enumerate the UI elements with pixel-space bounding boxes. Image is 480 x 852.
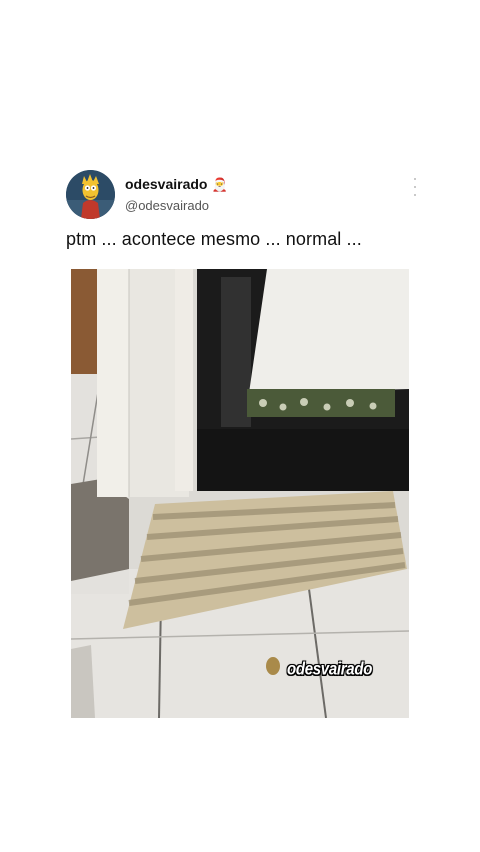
avatar[interactable] — [66, 170, 115, 219]
display-name-row: odesvairado 🎅 — [125, 176, 228, 192]
post-media[interactable]: odesvairado — [71, 269, 409, 718]
video-watermark: odesvairado — [287, 659, 373, 680]
avatar-image — [66, 170, 115, 219]
user-handle[interactable]: @odesvairado — [125, 198, 209, 213]
post-text: ptm ... acontece mesmo ... normal ... — [66, 229, 362, 249]
tweet-post: odesvairado 🎅 @odesvairado ptm ... acont… — [0, 0, 480, 852]
santa-emoji-icon: 🎅 — [211, 176, 228, 192]
more-options-icon[interactable] — [408, 178, 422, 196]
video-frame — [71, 269, 409, 718]
post-header: odesvairado 🎅 @odesvairado — [66, 170, 426, 220]
display-name[interactable]: odesvairado — [125, 176, 207, 192]
